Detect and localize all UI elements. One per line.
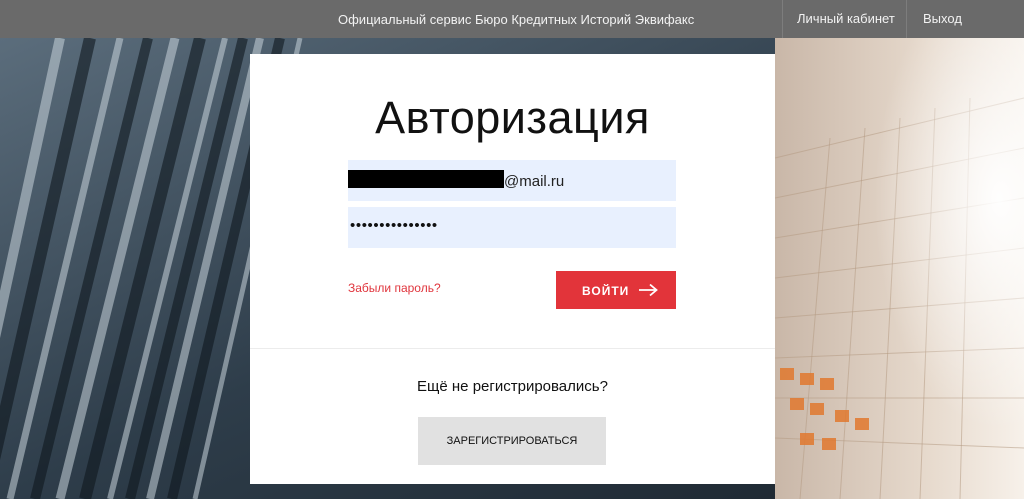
nav-logout-link[interactable]: Выход: [923, 0, 962, 38]
page-title: Авторизация: [375, 92, 650, 143]
card-divider: [250, 348, 775, 349]
register-prompt: Ещё не регистрировались?: [417, 378, 608, 395]
register-button-label: ЗАРЕГИСТРИРОВАТЬСЯ: [446, 435, 578, 447]
forgot-password-link[interactable]: Забыли пароль?: [348, 281, 441, 295]
register-button[interactable]: ЗАРЕГИСТРИРОВАТЬСЯ: [418, 417, 606, 465]
password-field[interactable]: •••••••••••••••: [348, 207, 676, 248]
auth-card: Авторизация @mail.ru ••••••••••••••• Заб…: [250, 54, 775, 484]
top-bar: Официальный сервис Бюро Кредитных Истори…: [0, 0, 1024, 38]
password-value: •••••••••••••••: [350, 217, 438, 234]
login-button-label: ВОЙТИ: [582, 284, 630, 298]
arrow-right-icon: [638, 283, 658, 300]
nav-divider: [782, 0, 783, 38]
service-title: Официальный сервис Бюро Кредитных Истори…: [338, 12, 695, 27]
nav-divider: [906, 0, 907, 38]
login-value: @mail.ru: [504, 173, 565, 190]
login-button[interactable]: ВОЙТИ: [556, 271, 676, 309]
redacted-text: [348, 170, 504, 188]
nav-cabinet-link[interactable]: Личный кабинет: [797, 0, 895, 38]
login-field[interactable]: @mail.ru: [348, 160, 676, 201]
